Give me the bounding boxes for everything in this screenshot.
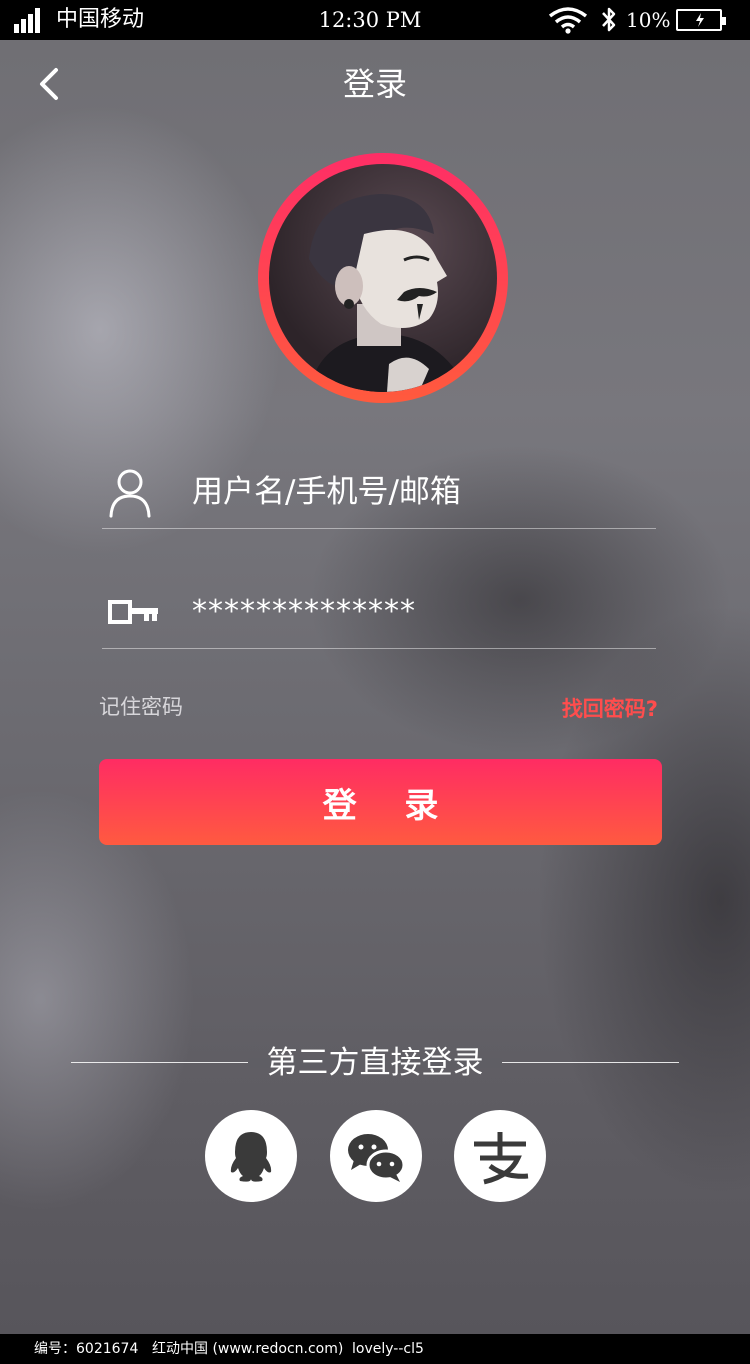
- wifi-icon: [548, 7, 588, 34]
- third-party-title: 第三方直接登录: [266, 1045, 484, 1081]
- password-input[interactable]: **************: [192, 592, 416, 632]
- login-button[interactable]: 登 录: [99, 759, 662, 845]
- bluetooth-icon: [602, 7, 616, 32]
- status-bar: 中国移动 12:30 PM 10%: [0, 0, 750, 40]
- watermark-footer: 编号：6021674 红动中国 (www.redocn.com) lovely-…: [0, 1334, 750, 1364]
- wechat-login-button[interactable]: [330, 1110, 422, 1202]
- battery-percent: 10%: [626, 8, 671, 32]
- wechat-icon: [348, 1134, 406, 1182]
- qq-login-button[interactable]: [205, 1110, 297, 1202]
- footer-id: 编号：6021674: [34, 1341, 139, 1357]
- qq-icon: [230, 1132, 272, 1182]
- forgot-password-link[interactable]: 找回密码?: [562, 694, 658, 724]
- avatar-photo: [269, 164, 497, 392]
- user-icon: [109, 469, 151, 518]
- login-screen: 中国移动 12:30 PM 10% 登录 用户名/手机号/邮箱 ********…: [0, 0, 750, 1364]
- avatar[interactable]: [258, 153, 508, 403]
- username-field[interactable]: 用户名/手机号/邮箱: [102, 458, 656, 529]
- key-icon: [108, 600, 158, 624]
- footer-site: 红动中国 (www.redocn.com): [152, 1341, 344, 1357]
- battery-icon: [676, 9, 726, 31]
- alipay-icon: [474, 1132, 529, 1185]
- password-field[interactable]: **************: [102, 578, 656, 649]
- username-input[interactable]: 用户名/手机号/邮箱: [192, 472, 461, 512]
- remember-password-checkbox[interactable]: 记住密码: [99, 692, 183, 722]
- footer-author: lovely--cl5: [352, 1341, 424, 1357]
- alipay-login-button[interactable]: [454, 1110, 546, 1202]
- page-title: 登录: [342, 65, 407, 103]
